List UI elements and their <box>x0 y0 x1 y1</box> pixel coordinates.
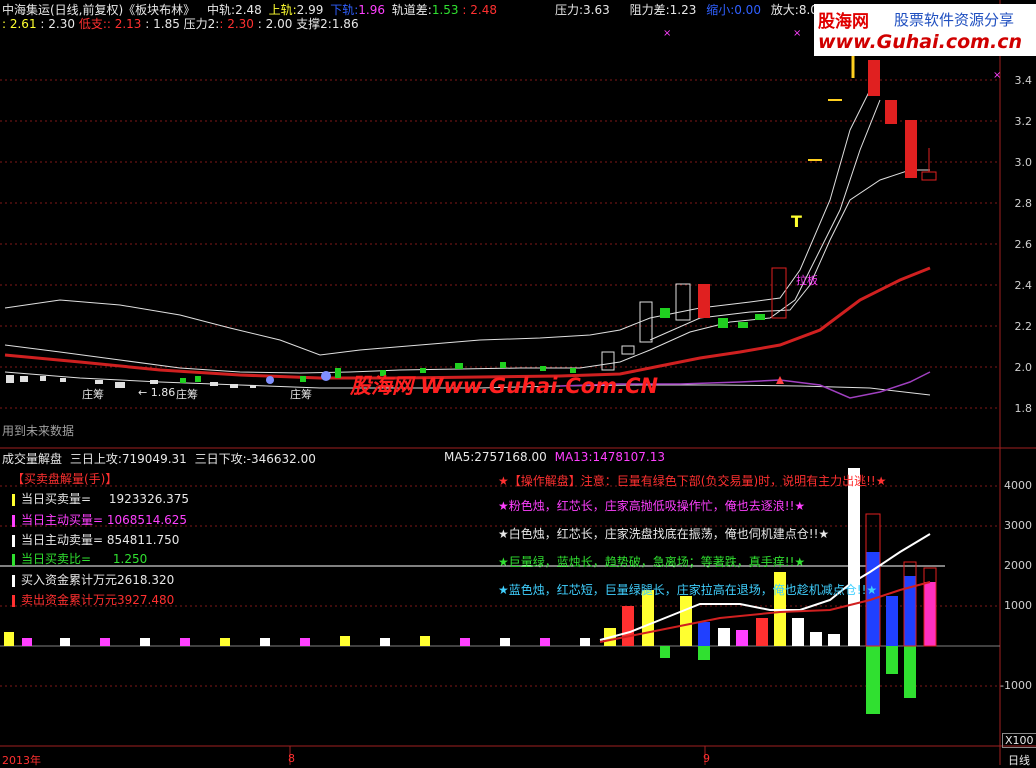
band-diff-value: 1.53 <box>431 3 459 17</box>
volume-tick: 2000 <box>1004 559 1032 572</box>
t-marker: T <box>791 212 802 231</box>
note-line: ★白色烛，红芯长，庄家洗盘找底在振荡，俺也伺机建点仓!!★ <box>498 527 830 541</box>
svg-text:×: × <box>993 70 1001 81</box>
future-data-label: 用到未来数据 <box>2 424 75 438</box>
price-tick: 2.8 <box>1014 197 1033 210</box>
price-tick: 2.6 <box>1014 238 1033 251</box>
top-info-right: 压力:3.63 阻力差:1.23 缩小:0.00 放大:8.00 <box>555 3 826 17</box>
price-tick: 2.0 <box>1014 361 1033 374</box>
time-tick: 9 <box>703 752 710 765</box>
panel-item: 买入资金累计万元2618.320 <box>12 571 174 588</box>
note-line: ★【操作解盘】注意：巨量有绿色下部(负交易量)时，说明有主力出逃!!★ <box>498 474 887 488</box>
panel-item: 当日买卖比= 1.250 <box>12 550 147 567</box>
price-tick: 3.0 <box>1014 156 1033 169</box>
price-tick: 3.4 <box>1014 74 1033 87</box>
logo-url: www.Guhai.com.cn <box>818 31 1022 53</box>
pressure-value: 3.63 <box>583 3 610 17</box>
panel-item: 当日主动卖量= 854811.750 <box>12 531 179 548</box>
price-tick: 2.4 <box>1014 279 1033 292</box>
volume-tick: 1000 <box>1004 599 1032 612</box>
panel-title: 【买卖盘解量(手)】 <box>12 472 118 486</box>
note-line: ★蓝色烛，红芯短，巨量绿腿长，庄家拉高在退场，俺也趁机减点仓!!★ <box>498 583 878 597</box>
laban-label: 拉板 <box>796 274 818 287</box>
price-tick: 1.8 <box>1014 402 1033 415</box>
time-tick: 2013年 <box>2 754 41 767</box>
panel-item: 当日买卖量= 1923326.375 <box>12 490 189 507</box>
volume-tick: 4000 <box>1004 479 1032 492</box>
ma13-value: 1478107.13 <box>592 450 666 464</box>
low-price-label: ← 1.86 <box>138 386 176 399</box>
volume-unit: X100 <box>1002 733 1036 748</box>
site-logo: 股海网 股票软件资源分享 www.Guhai.com.cn <box>814 4 1036 56</box>
svg-text:×: × <box>663 28 671 39</box>
note-line: ★粉色烛，红芯长，庄家高抛低吸操作忙，俺也去逐浪!!★ <box>498 499 806 513</box>
lower-band-value: 1.96 <box>358 3 385 17</box>
volume-ma: MA5:2757168.00 MA13:1478107.13 <box>444 450 666 464</box>
note-line: ★巨量绿，蓝烛长，趋势破，急离场；等著跌，真手痒!!★ <box>498 555 806 569</box>
zhuangchou-label: 庄筹 <box>176 388 198 401</box>
volume-tick: 3000 <box>1004 519 1032 532</box>
watermark: 股海网 Www.Guhai.Com.CN <box>350 374 659 398</box>
volume-tick: -1000 <box>1000 679 1032 692</box>
time-tick: 8 <box>288 752 295 765</box>
top-info-line2: : 2.61 : 2.30 低支:: 2.13 : 1.85 压力2:: 2.3… <box>2 17 359 31</box>
period-label[interactable]: 日线 <box>1008 752 1030 768</box>
volume-title: 成交量解盘 <box>2 452 63 466</box>
panel-item: 当日主动买量= 1068514.625 <box>12 511 187 528</box>
volume-header: 成交量解盘 三日上攻:719049.31 三日下攻:-346632.00 <box>2 452 316 466</box>
zhuangchou-label: 庄筹 <box>82 388 104 401</box>
svg-text:×: × <box>793 28 801 39</box>
ma5-value: 2757168.00 <box>474 450 547 464</box>
price-tick: 2.2 <box>1014 320 1033 333</box>
panel-item: 卖出资金累计万元3927.480 <box>12 591 174 608</box>
logo-name: 股海网 <box>818 12 869 32</box>
logo-slogan: 股票软件资源分享 <box>894 11 1015 29</box>
zhuangchou-label: 庄筹 <box>290 388 312 401</box>
price-tick: 3.2 <box>1014 115 1033 128</box>
